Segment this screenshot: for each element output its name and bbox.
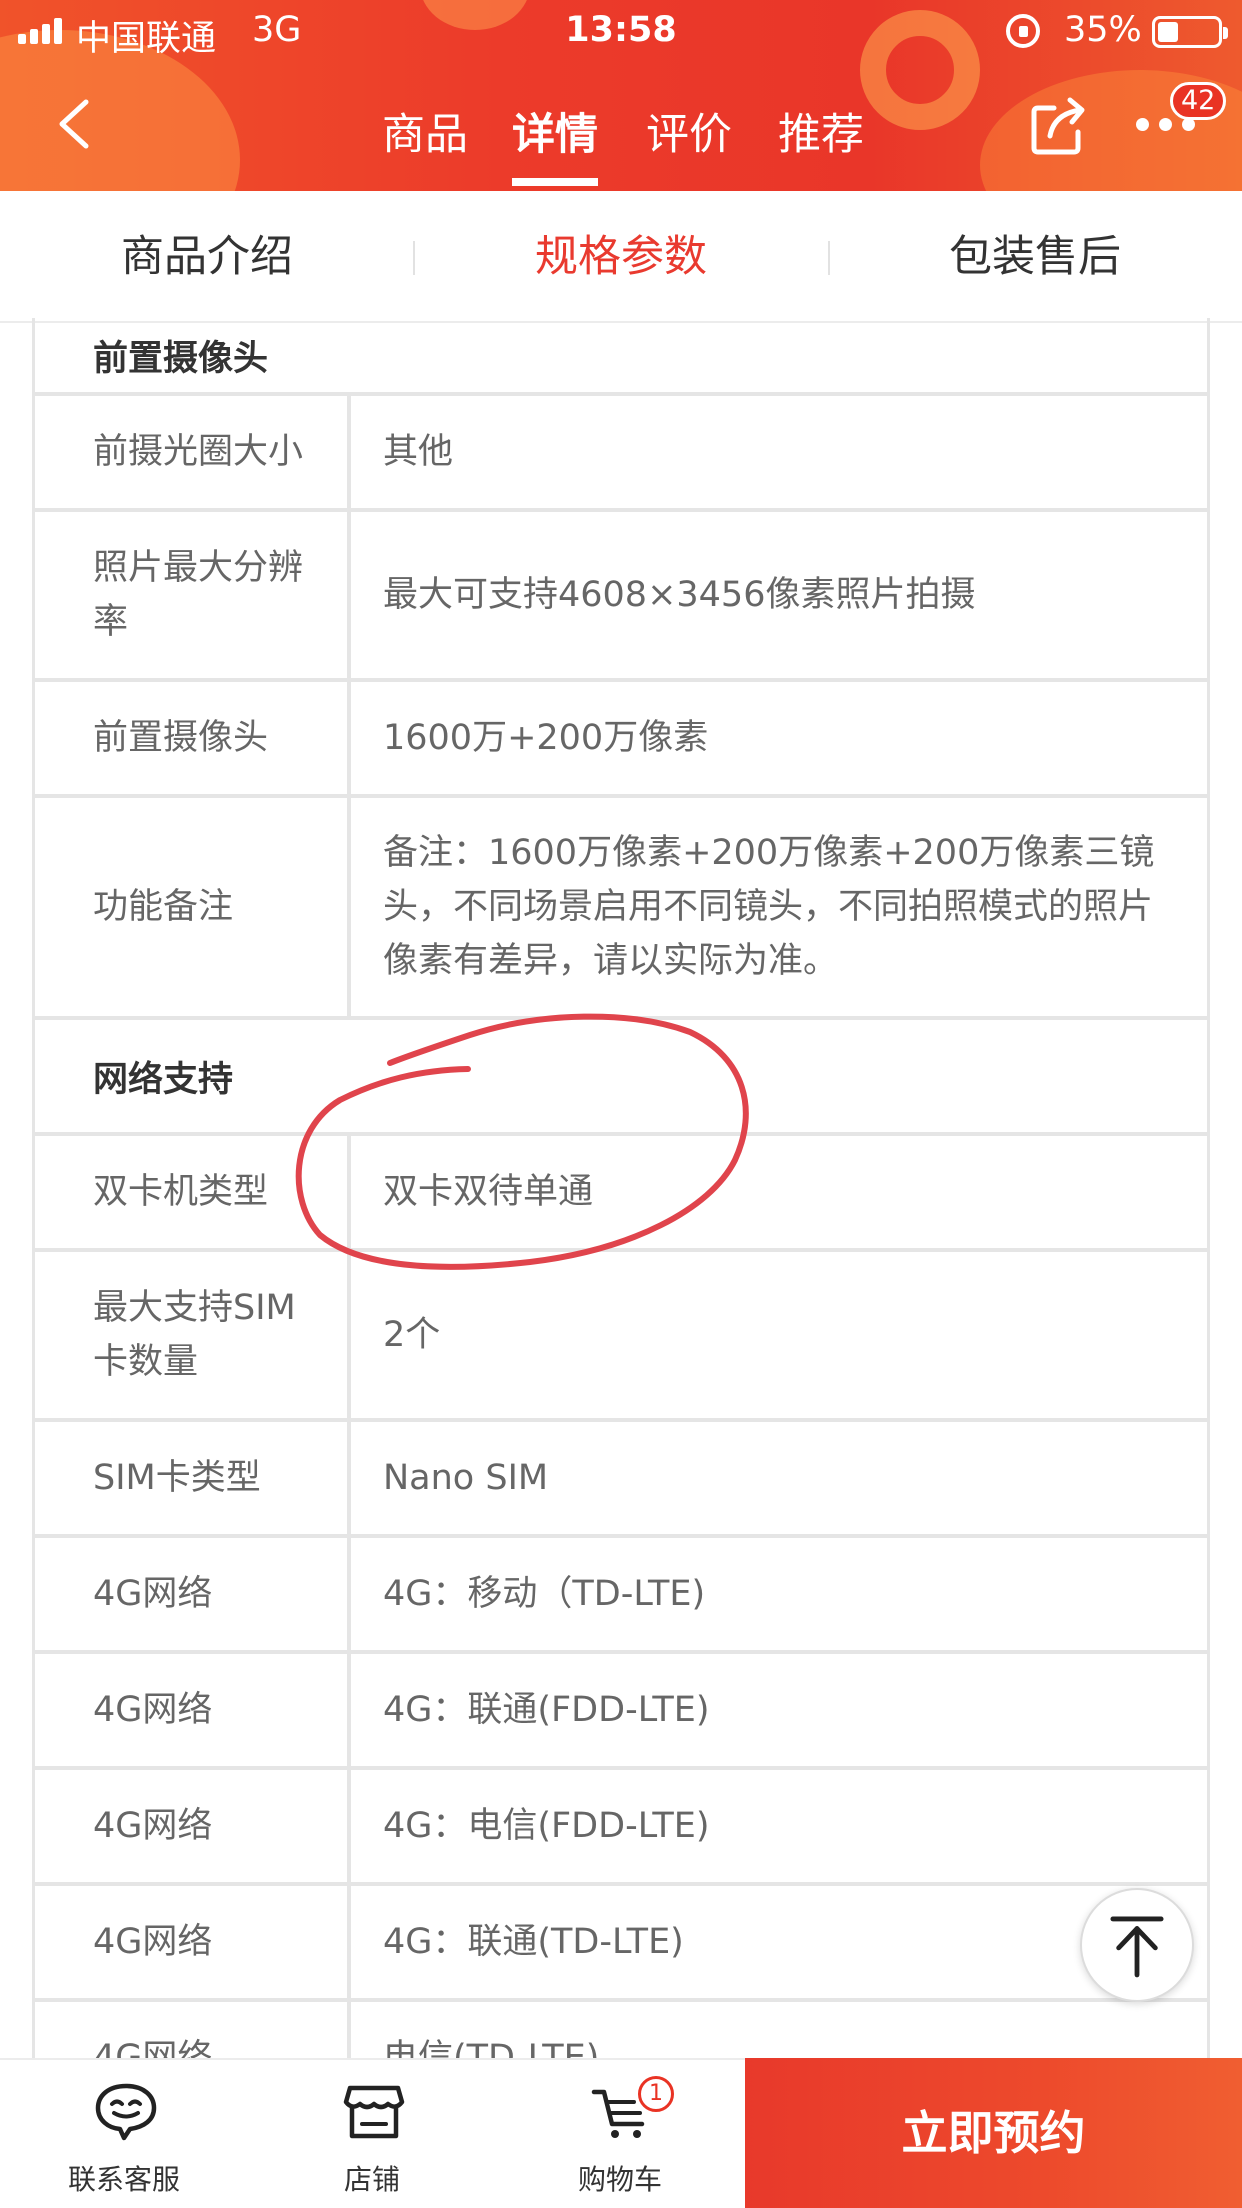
customer-service-label: 联系客服 bbox=[67, 2163, 180, 2196]
spec-label: 4G网络 bbox=[35, 2002, 351, 2058]
table-row: 功能备注 备注：1600万像素+200万像素+200万像素三镜头，不同场景启用不… bbox=[35, 798, 1207, 1020]
spec-label: 4G网络 bbox=[35, 1538, 351, 1650]
tab-reviews[interactable]: 评价 bbox=[646, 100, 732, 162]
spec-label: 4G网络 bbox=[35, 1654, 351, 1766]
spec-value: 双卡双待单通 bbox=[383, 1172, 594, 1212]
tab-recommend[interactable]: 推荐 bbox=[778, 100, 864, 162]
subtab-packaging-service[interactable]: 包装售后 bbox=[828, 191, 1242, 323]
spec-value: 2个 bbox=[383, 1315, 441, 1355]
spec-value: 电信(TD-LTE) bbox=[383, 2038, 600, 2058]
section-front-camera: 前置摄像头 bbox=[35, 318, 1207, 396]
chat-bubble-icon bbox=[95, 2083, 157, 2141]
spec-value: 4G：电信(FDD-LTE) bbox=[383, 1806, 710, 1846]
back-arrow-icon[interactable] bbox=[50, 98, 102, 150]
spec-label: 照片最大分辨率 bbox=[35, 512, 351, 678]
spec-label: 功能备注 bbox=[35, 798, 351, 1016]
spec-label: SIM卡类型 bbox=[35, 1422, 351, 1534]
spec-value: 备注：1600万像素+200万像素+200万像素三镜头，不同场景启用不同镜头，不… bbox=[383, 833, 1155, 981]
battery-icon bbox=[1152, 16, 1228, 48]
tab-details[interactable]: 详情 bbox=[512, 100, 598, 186]
spec-value: Nano SIM bbox=[383, 1458, 549, 1498]
spec-value: 4G：移动（TD-LTE) bbox=[383, 1574, 706, 1614]
table-row: SIM卡类型 Nano SIM bbox=[35, 1422, 1207, 1538]
subtab-specs[interactable]: 规格参数 bbox=[414, 191, 828, 323]
table-row: 4G网络 4G：联通(TD-LTE) bbox=[35, 1886, 1207, 2002]
spec-value: 4G：联通(FDD-LTE) bbox=[383, 1690, 710, 1730]
table-row: 前摄光圈大小 其他 bbox=[35, 396, 1207, 512]
customer-service-button[interactable]: 联系客服 bbox=[4, 2060, 244, 2208]
spec-value: 1600万+200万像素 bbox=[383, 718, 709, 758]
table-row: 最大支持SIM卡数量 2个 bbox=[35, 1252, 1207, 1422]
table-row: 4G网络 4G：电信(FDD-LTE) bbox=[35, 1770, 1207, 1886]
arrow-up-icon bbox=[1110, 1916, 1164, 1978]
shop-icon bbox=[343, 2085, 405, 2139]
back-to-top-button[interactable] bbox=[1080, 1888, 1194, 2002]
cart-label: 购物车 bbox=[577, 2163, 662, 2196]
tab-product[interactable]: 商品 bbox=[382, 100, 468, 162]
subtab-product-intro[interactable]: 商品介绍 bbox=[0, 191, 414, 323]
spec-table: 前置摄像头 前摄光圈大小 其他 照片最大分辨率 最大可支持4608×3456像素… bbox=[32, 318, 1210, 2058]
spec-label: 4G网络 bbox=[35, 1886, 351, 1998]
spec-label: 前置摄像头 bbox=[35, 682, 351, 794]
spec-subtabs: 商品介绍 规格参数 包装售后 bbox=[0, 191, 1242, 323]
table-row: 双卡机类型 双卡双待单通 bbox=[35, 1136, 1207, 1252]
more-icon[interactable] bbox=[1136, 118, 1196, 132]
shop-button[interactable]: 店铺 bbox=[252, 2060, 492, 2208]
table-row: 4G网络 4G：移动（TD-LTE) bbox=[35, 1538, 1207, 1654]
spec-label: 双卡机类型 bbox=[35, 1136, 351, 1248]
spec-label: 最大支持SIM卡数量 bbox=[35, 1252, 351, 1418]
spec-label: 前摄光圈大小 bbox=[35, 396, 351, 508]
top-header: 中国联通 3G 13:58 35% 商品 详情 评价 推荐 42 bbox=[0, 0, 1242, 191]
shop-label: 店铺 bbox=[343, 2163, 400, 2196]
notification-badge: 42 bbox=[1170, 82, 1227, 120]
spec-value: 最大可支持4608×3456像素照片拍摄 bbox=[383, 575, 976, 615]
table-row: 前置摄像头 1600万+200万像素 bbox=[35, 682, 1207, 798]
cart-count-badge: 1 bbox=[638, 2076, 674, 2112]
cart-button[interactable]: 1 购物车 bbox=[500, 2060, 740, 2208]
battery-percent: 35% bbox=[1064, 10, 1142, 50]
reserve-now-button[interactable]: 立即预约 bbox=[745, 2058, 1242, 2208]
battery-level bbox=[1158, 22, 1178, 42]
table-row: 4G网络 4G：联通(FDD-LTE) bbox=[35, 1654, 1207, 1770]
status-bar: 中国联通 3G 13:58 35% bbox=[0, 0, 1242, 62]
table-row: 照片最大分辨率 最大可支持4608×3456像素照片拍摄 bbox=[35, 512, 1207, 682]
table-row: 4G网络 电信(TD-LTE) bbox=[35, 2002, 1207, 2058]
spec-label: 4G网络 bbox=[35, 1770, 351, 1882]
rotation-lock-icon bbox=[1006, 14, 1040, 48]
clock: 13:58 bbox=[565, 10, 677, 50]
spec-value: 其他 bbox=[383, 432, 454, 472]
share-icon[interactable] bbox=[1028, 94, 1090, 156]
section-network: 网络支持 bbox=[35, 1020, 1207, 1136]
